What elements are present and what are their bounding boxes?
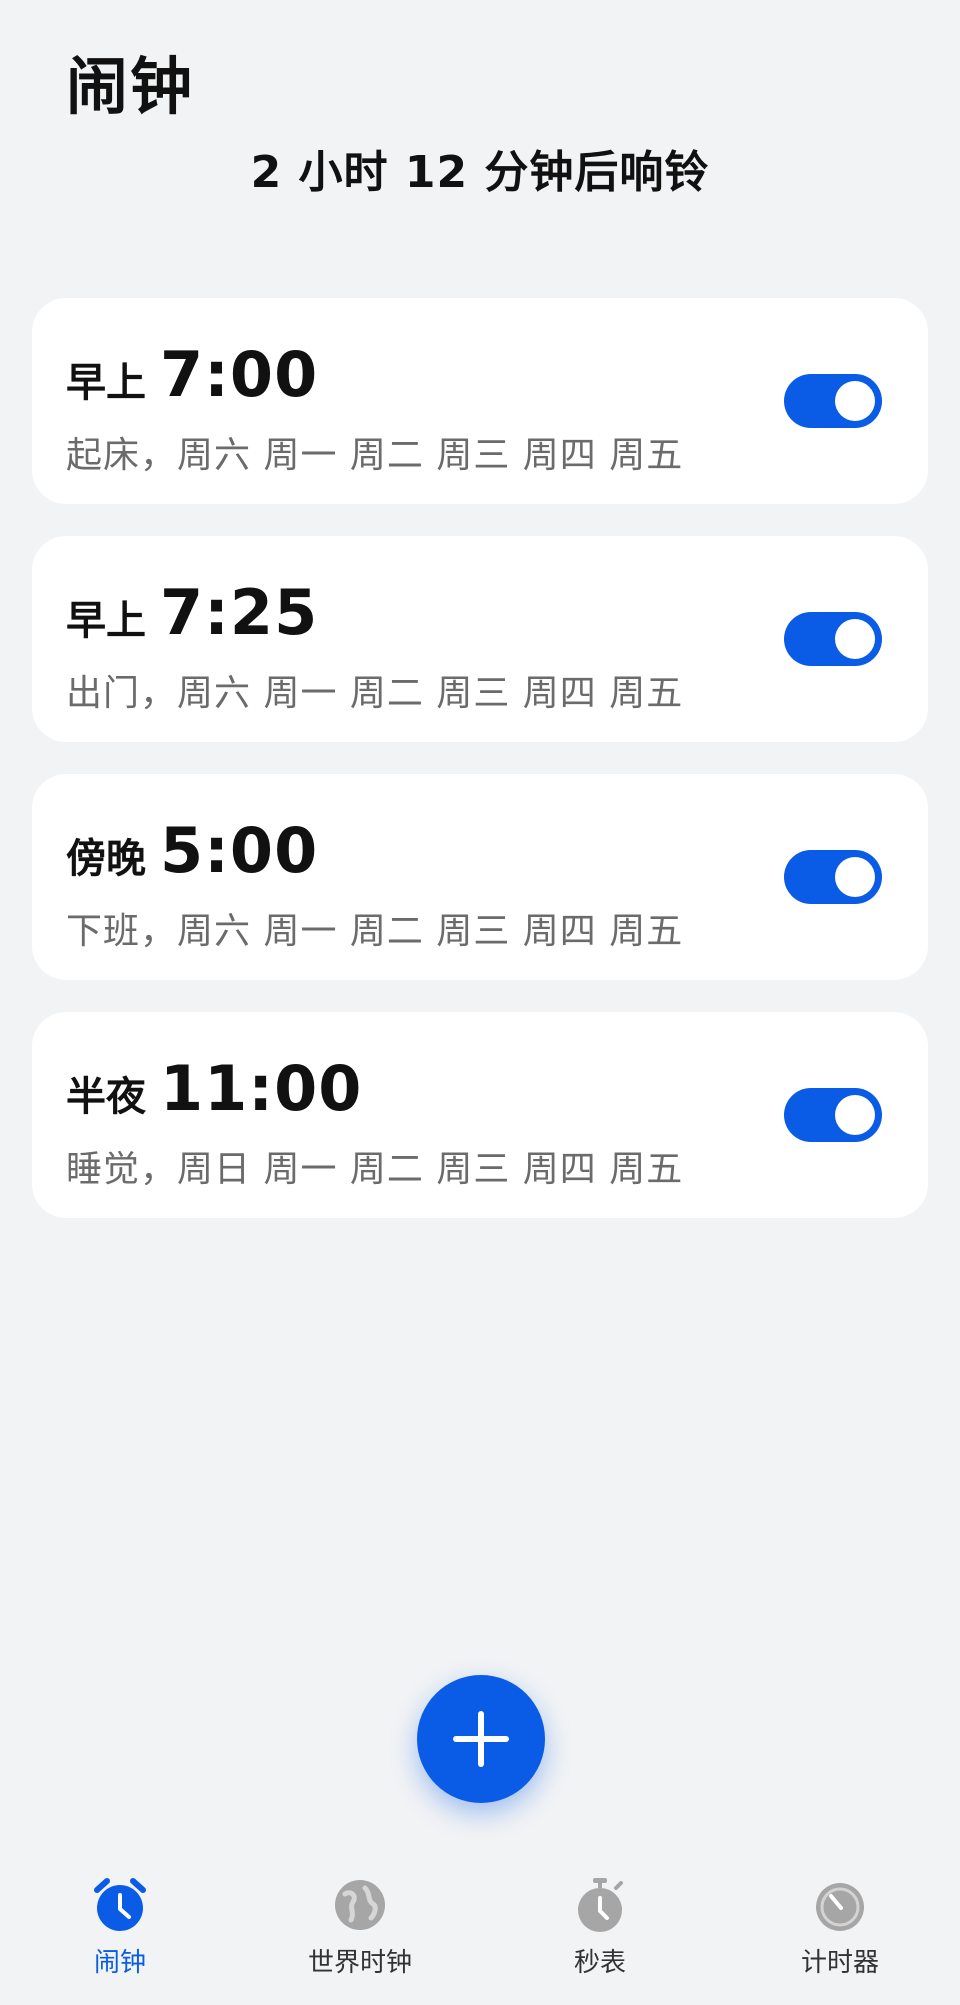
toggle-knob [835,619,875,659]
alarm-description: 睡觉，周日 周一 周二 周三 周四 周五 [66,1149,684,1190]
toggle-knob [835,381,875,421]
alarm-card[interactable]: 早上 7:00 起床，周六 周一 周二 周三 周四 周五 [32,298,928,504]
alarm-time: 7:25 [160,576,319,649]
tab-world-clock-label: 世界时钟 [307,1948,412,1978]
alarm-toggle[interactable] [784,374,882,428]
alarm-period: 早上 [66,360,146,406]
alarm-description: 下班，周六 周一 周二 周三 周四 周五 [66,911,684,952]
alarm-clock-icon [94,1878,146,1931]
alarm-period: 傍晚 [66,836,146,882]
toggle-knob [835,1095,875,1135]
alarm-time: 11:00 [160,1052,363,1125]
alarm-period: 半夜 [66,1074,146,1120]
alarm-description: 起床，周六 周一 周二 周三 周四 周五 [66,435,684,476]
alarm-toggle[interactable] [784,612,882,666]
globe-icon [335,1880,385,1930]
timer-icon [816,1883,864,1931]
stopwatch-icon [578,1878,623,1932]
page-title: 闹钟 [66,50,195,123]
alarm-header: 早上 7:25 [66,576,318,649]
alarm-header: 半夜 11:00 [66,1052,362,1125]
plus-icon [478,1711,484,1767]
tab-stopwatch[interactable]: 秒表 [500,1870,700,2000]
tab-timer[interactable]: 计时器 [740,1870,940,2000]
alarm-description: 出门，周六 周一 周二 周三 周四 周五 [66,673,684,714]
tab-stopwatch-label: 秒表 [573,1948,626,1978]
alarm-period: 早上 [66,598,146,644]
alarm-header: 傍晚 5:00 [66,814,318,887]
add-alarm-button[interactable] [417,1675,545,1803]
tab-world-clock[interactable]: 世界时钟 [260,1870,460,2000]
alarm-toggle[interactable] [784,1088,882,1142]
bottom-nav: 闹钟 世界时钟 秒表 计时器 [0,1870,960,2000]
alarm-time: 7:00 [160,338,319,411]
alarm-header: 早上 7:00 [66,338,318,411]
alarm-card[interactable]: 早上 7:25 出门，周六 周一 周二 周三 周四 周五 [32,536,928,742]
tab-alarm-label: 闹钟 [93,1948,146,1978]
tab-timer-label: 计时器 [800,1948,879,1978]
alarm-toggle[interactable] [784,850,882,904]
alarm-card[interactable]: 傍晚 5:00 下班，周六 周一 周二 周三 周四 周五 [32,774,928,980]
alarm-time: 5:00 [160,814,319,887]
alarm-list: 早上 7:00 起床，周六 周一 周二 周三 周四 周五 早上 7:25 出门，… [32,298,928,1250]
next-alarm-info: 2 小时 12 分钟后响铃 [250,147,710,198]
alarm-card[interactable]: 半夜 11:00 睡觉，周日 周一 周二 周三 周四 周五 [32,1012,928,1218]
toggle-knob [835,857,875,897]
tab-alarm[interactable]: 闹钟 [20,1870,220,2000]
